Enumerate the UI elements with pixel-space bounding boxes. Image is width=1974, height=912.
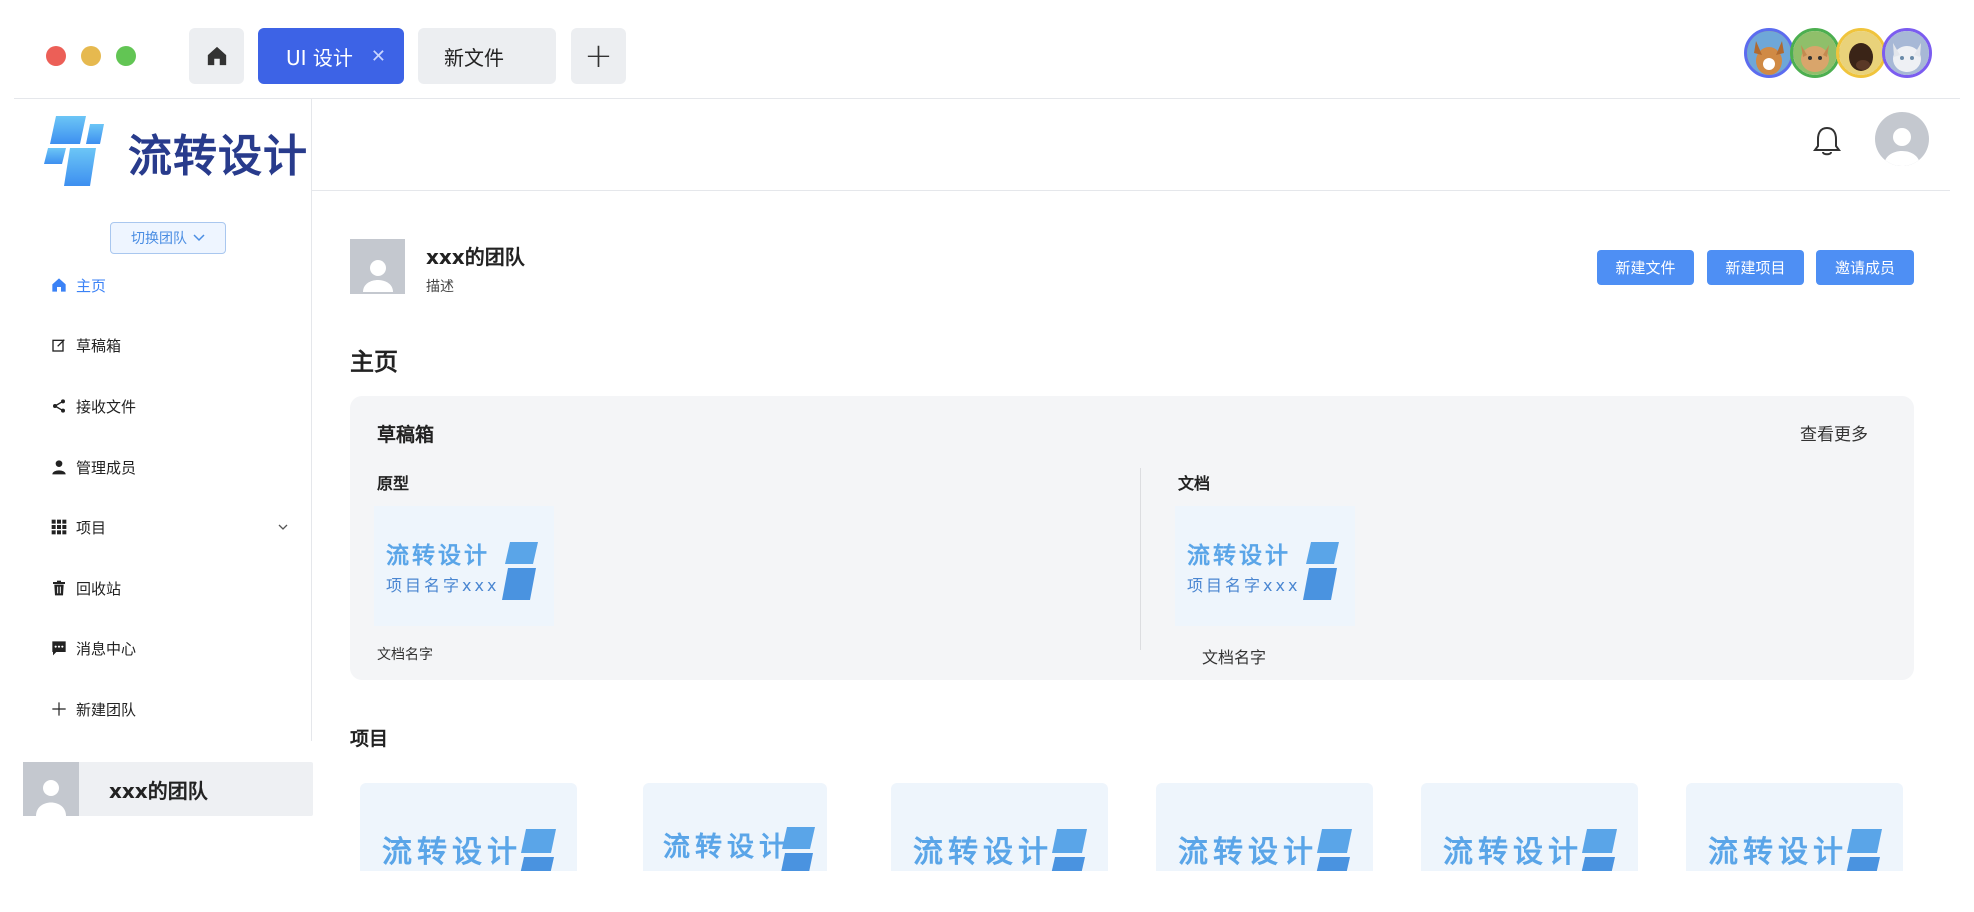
sidebar-item-label: 消息中心 [76,639,137,658]
sidebar-divider [311,99,312,741]
sidebar-item-members[interactable]: 管理成员 [48,452,296,482]
collaborator-avatar[interactable] [1744,28,1794,78]
collaborator-avatar[interactable] [1882,28,1932,78]
prototype-thumbnail[interactable]: 流转设计 项目名字xxx [374,506,554,626]
new-project-button[interactable]: 新建项目 [1707,250,1804,285]
chevron-down-icon [193,234,205,242]
edit-icon [52,339,65,352]
projects-title: 项目 [350,728,389,750]
project-tile-brand: 流转设计 [1178,835,1318,870]
minimize-window-dot[interactable] [81,46,101,66]
invite-member-button[interactable]: 邀请成员 [1816,250,1914,285]
collaborator-avatar[interactable] [1790,28,1840,78]
sidebar-item-label: 新建团队 [76,700,137,719]
document-thumbnail[interactable]: 流转设计 项目名字xxx [1175,506,1355,626]
project-tile[interactable]: 流转设计 [1686,783,1903,871]
sidebar-item-label: 项目 [76,518,107,537]
project-tile-brand: 流转设计 [663,832,791,863]
page-title: 主页 [350,348,398,376]
team-image [350,239,405,294]
drafts-panel: 草稿箱 查看更多 原型 流转设计 项目名字xxx 文档名字 文档 流转设计 项目… [350,396,1914,680]
project-tile-brand: 流转设计 [1708,835,1848,870]
brand-logo [40,114,112,190]
collaborator-avatar[interactable] [1836,28,1886,78]
view-more-link[interactable]: 查看更多 [1800,420,1868,445]
project-tile[interactable]: 流转设计 [360,783,577,871]
new-file-button[interactable]: 新建文件 [1597,250,1694,285]
close-tab-icon[interactable]: ✕ [371,46,386,67]
drafts-title: 草稿箱 [377,424,435,446]
prototype-heading: 原型 [377,474,410,493]
grid-icon [51,519,67,535]
sidebar-item-new-team[interactable]: 新建团队 [48,694,296,724]
thumb-project-name: 项目名字xxx [1187,576,1301,595]
user-icon [52,460,66,475]
team-switch-label: 切换团队 [131,231,187,247]
project-tile[interactable]: 流转设计 [891,783,1108,871]
add-tab-button[interactable]: + [571,28,626,84]
chevron-down-icon[interactable] [278,524,288,531]
sidebar-item-projects[interactable]: 项目 [48,512,296,542]
project-tile[interactable]: 流转设计 [643,783,827,871]
document-caption: 文档名字 [1202,648,1267,667]
project-tile-brand: 流转设计 [913,835,1053,870]
home-tab[interactable] [189,28,244,84]
home-icon [52,278,66,292]
user-avatar[interactable] [1875,112,1929,166]
plus-icon: + [584,36,613,76]
sidebar-item-drafts[interactable]: 草稿箱 [48,330,296,360]
share-icon [53,399,65,413]
message-icon [52,641,66,656]
bell-icon[interactable] [1812,125,1842,157]
document-heading: 文档 [1178,474,1211,493]
current-team-name: xxx的团队 [109,778,208,803]
sidebar-item-received[interactable]: 接收文件 [48,391,296,421]
project-tile[interactable]: 流转设计 [1156,783,1373,871]
close-window-dot[interactable] [46,46,66,66]
team-switch-button[interactable]: 切换团队 [110,222,226,254]
tab-ui-design[interactable]: UI 设计 ✕ [258,28,404,84]
maximize-window-dot[interactable] [116,46,136,66]
sidebar-item-label: 草稿箱 [76,336,122,355]
tab-label: UI 设计 [286,45,353,70]
collaborator-avatars [1744,28,1932,78]
sidebar-item-label: 接收文件 [76,397,137,416]
trash-icon [53,580,65,596]
sidebar-item-messages[interactable]: 消息中心 [48,633,296,663]
sidebar-item-trash[interactable]: 回收站 [48,573,296,603]
tab-new-file[interactable]: 新文件 [418,28,556,84]
header-divider [312,190,1950,191]
tab-label: 新文件 [444,45,504,70]
project-tile-brand: 流转设计 [382,835,522,870]
current-team-card[interactable]: xxx的团队 [23,762,313,816]
thumb-project-name: 项目名字xxx [386,576,500,595]
thumb-brand: 流转设计 [386,543,490,569]
sidebar-item-label: 回收站 [76,579,122,598]
sidebar-item-label: 管理成员 [76,458,137,477]
prototype-caption: 文档名字 [377,647,433,663]
team-description: 描述 [426,279,454,295]
project-tile-brand: 流转设计 [1443,835,1583,870]
drafts-divider [1140,468,1141,650]
plus-icon [52,702,66,716]
brand-name: 流转设计 [128,131,308,182]
sidebar-item-label: 主页 [76,276,107,295]
thumb-brand: 流转设计 [1187,543,1291,569]
project-tile[interactable]: 流转设计 [1421,783,1638,871]
team-avatar [23,762,79,816]
team-name: xxx的团队 [426,245,525,269]
titlebar-divider [14,98,1960,99]
home-icon [207,46,226,66]
sidebar-item-home[interactable]: 主页 [48,270,296,300]
